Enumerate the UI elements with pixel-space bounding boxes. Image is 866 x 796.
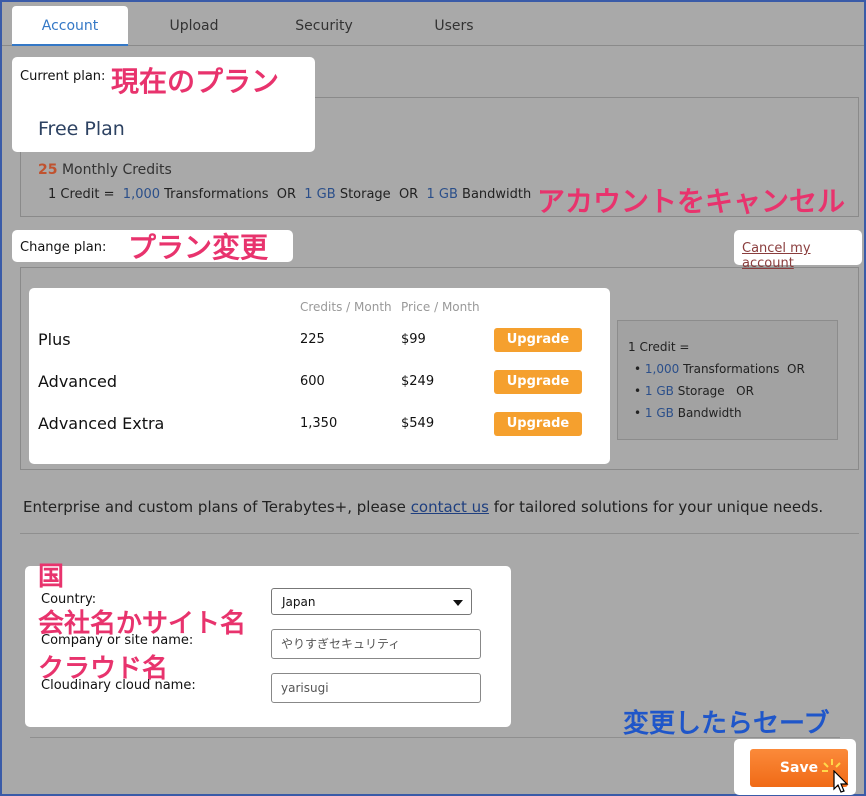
tab-account[interactable]: Account — [12, 6, 128, 46]
enterprise-text: Enterprise and custom plans of Terabytes… — [23, 498, 823, 516]
cancel-annotation: アカウントをキャンセル — [537, 185, 846, 218]
credit-eq-transform-num: 1,000 — [122, 187, 161, 202]
cloud-input[interactable]: yarisugi — [271, 673, 481, 703]
plan-name-plus: Plus — [38, 330, 71, 349]
company-input[interactable]: やりすぎセキュリティ — [271, 629, 481, 659]
credit-eq-or1: OR — [276, 187, 296, 202]
cloud-label: Cloudinary cloud name: — [41, 678, 196, 693]
country-select-value: Japan — [282, 595, 316, 609]
credit-eq-prefix: 1 Credit = — [48, 187, 115, 202]
col-price-header: Price / Month — [401, 300, 480, 314]
col-credits-header: Credits / Month — [300, 300, 392, 314]
tab-security[interactable]: Security — [266, 6, 382, 46]
credit-info-box: 1 Credit = • 1,000 Transformations OR • … — [617, 320, 838, 440]
upgrade-button-advanced-extra[interactable]: Upgrade — [494, 412, 582, 436]
plan-price-advanced: $249 — [401, 374, 435, 389]
mouse-cursor-icon — [833, 770, 849, 793]
credit-info-bullet1: • 1,000 Transformations OR — [634, 362, 805, 376]
credit-info-bullet3: • 1 GB Bandwidth — [634, 406, 742, 420]
change-plan-label: Change plan: — [20, 240, 107, 255]
credit-eq-bandwidth-num: 1 GB — [426, 187, 458, 202]
plan-name-advanced-extra: Advanced Extra — [38, 414, 165, 433]
tab-upload[interactable]: Upload — [136, 6, 252, 46]
country-annotation: 国 — [38, 562, 65, 592]
divider-top — [20, 533, 859, 534]
tab-bar: Account Upload Security Users — [2, 2, 864, 46]
change-plan-annotation: プラン変更 — [128, 231, 269, 264]
credit-info-bullet2: • 1 GB Storage OR — [634, 384, 754, 398]
credits-text: Monthly Credits — [61, 162, 172, 178]
current-plan-label: Current plan: — [20, 69, 106, 84]
credit-eq-transform-text: Transformations — [164, 187, 269, 202]
credit-eq-storage-text: Storage — [339, 187, 391, 202]
chevron-down-icon — [453, 600, 463, 606]
upgrade-button-plus[interactable]: Upgrade — [494, 328, 582, 352]
plan-price-plus: $99 — [401, 332, 426, 347]
credit-eq-bandwidth-text: Bandwidth — [462, 187, 532, 202]
credit-equivalence: 1 Credit = 1,000 Transformations OR 1 GB… — [48, 187, 531, 202]
credit-info-line1: 1 Credit = — [628, 340, 690, 354]
company-label: Company or site name: — [41, 633, 194, 648]
credit-eq-or2: OR — [398, 187, 419, 202]
upgrade-button-advanced[interactable]: Upgrade — [494, 370, 582, 394]
current-plan-name: Free Plan — [38, 118, 125, 140]
plan-price-advanced-extra: $549 — [401, 416, 435, 431]
contact-us-link[interactable]: contact us — [411, 498, 489, 516]
country-select[interactable]: Japan — [271, 588, 472, 615]
plan-name-advanced: Advanced — [38, 372, 118, 391]
save-annotation: 変更したらセーブ — [623, 709, 830, 739]
credit-eq-storage-num: 1 GB — [304, 187, 336, 202]
credits-count: 25 — [38, 162, 58, 178]
enterprise-text-after: for tailored solutions for your unique n… — [493, 498, 824, 516]
current-plan-annotation: 現在のプラン — [111, 65, 280, 98]
plan-credits-advanced-extra: 1,350 — [300, 416, 338, 431]
monthly-credits: 25 Monthly Credits — [38, 162, 172, 178]
enterprise-text-before: Enterprise and custom plans of Terabytes… — [23, 498, 406, 516]
plan-credits-plus: 225 — [300, 332, 325, 347]
tab-users[interactable]: Users — [396, 6, 512, 46]
plan-credits-advanced: 600 — [300, 374, 325, 389]
